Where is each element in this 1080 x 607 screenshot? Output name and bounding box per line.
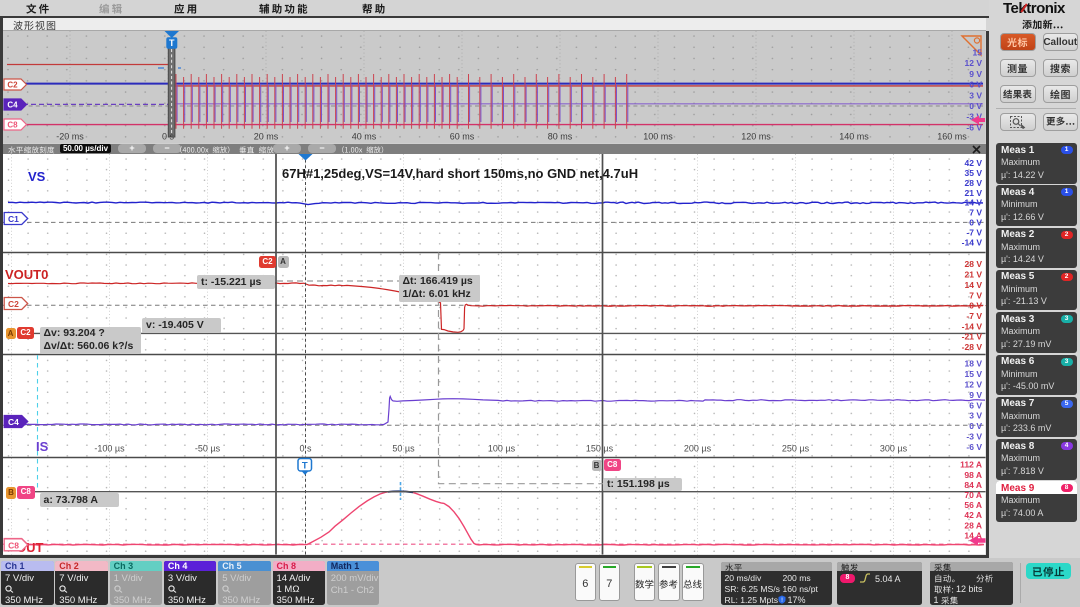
svg-text:150 µs: 150 µs	[586, 444, 614, 454]
svg-text:28 V: 28 V	[965, 259, 983, 269]
svg-text:250 µs: 250 µs	[782, 444, 810, 454]
svg-text:80 ms: 80 ms	[548, 132, 573, 142]
svg-text:-7 V: -7 V	[966, 227, 982, 237]
svg-text:15 V: 15 V	[965, 369, 983, 379]
svg-text:200 µs: 200 µs	[684, 444, 712, 454]
svg-text:12 V: 12 V	[965, 58, 983, 68]
svg-text:C8: C8	[8, 540, 19, 550]
svg-text:3 V: 3 V	[969, 90, 982, 100]
svg-text:12 V: 12 V	[965, 380, 983, 390]
svg-text:-14 V: -14 V	[962, 321, 983, 331]
svg-text:140 ms: 140 ms	[839, 132, 869, 142]
svg-text:28 V: 28 V	[965, 178, 983, 188]
svg-text:C1: C1	[8, 214, 19, 224]
svg-text:!: !	[781, 597, 783, 604]
svg-text:0 V: 0 V	[969, 301, 982, 311]
svg-text:7 V: 7 V	[969, 208, 982, 218]
svg-text:20 ms: 20 ms	[254, 132, 279, 142]
svg-text:160 ms: 160 ms	[937, 132, 967, 142]
svg-text:0 V: 0 V	[969, 421, 982, 431]
svg-text:-28 V: -28 V	[962, 342, 983, 352]
svg-text:0 V: 0 V	[969, 101, 982, 111]
svg-text:3 V: 3 V	[969, 411, 982, 421]
svg-text:6 V: 6 V	[969, 400, 982, 410]
svg-text:60 ms: 60 ms	[450, 132, 475, 142]
svg-text:100 µs: 100 µs	[488, 444, 516, 454]
svg-text:6 V: 6 V	[969, 80, 982, 90]
svg-text:14 V: 14 V	[965, 198, 983, 208]
svg-text:-7 V: -7 V	[966, 311, 982, 321]
svg-text:0 s: 0 s	[162, 132, 175, 142]
svg-text:9 V: 9 V	[969, 69, 982, 79]
svg-text:42 V: 42 V	[965, 158, 983, 168]
svg-text:C2: C2	[7, 81, 18, 90]
svg-text:84 A: 84 A	[964, 480, 982, 490]
svg-text:100 ms: 100 ms	[643, 132, 673, 142]
svg-text:-21 V: -21 V	[962, 332, 983, 342]
svg-text:40 ms: 40 ms	[352, 132, 377, 142]
svg-text:35 V: 35 V	[965, 168, 983, 178]
svg-text:C8: C8	[7, 121, 18, 130]
svg-text:-100 µs: -100 µs	[94, 444, 125, 454]
svg-text:0 s: 0 s	[299, 444, 312, 454]
svg-text:-3 V: -3 V	[966, 432, 982, 442]
svg-text:C4: C4	[8, 417, 19, 427]
svg-text:14 V: 14 V	[965, 280, 983, 290]
svg-text:300 µs: 300 µs	[880, 444, 908, 454]
svg-text:-50 µs: -50 µs	[195, 444, 221, 454]
svg-text:-6 V: -6 V	[966, 442, 982, 452]
svg-text:56 A: 56 A	[964, 500, 982, 510]
svg-text:-14 V: -14 V	[962, 237, 983, 247]
svg-text:42 A: 42 A	[964, 510, 982, 520]
svg-text:112 A: 112 A	[960, 460, 982, 470]
svg-text:15: 15	[973, 48, 983, 58]
svg-text:28 A: 28 A	[964, 520, 982, 530]
svg-text:98 A: 98 A	[964, 470, 982, 480]
svg-text:18 V: 18 V	[965, 359, 983, 369]
svg-text:T: T	[302, 460, 308, 471]
svg-text:21 V: 21 V	[965, 270, 983, 280]
svg-text:0 V: 0 V	[969, 218, 982, 228]
svg-text:T: T	[169, 38, 175, 48]
svg-text:-20 ms: -20 ms	[56, 132, 84, 142]
svg-text:7 V: 7 V	[969, 290, 982, 300]
svg-text:21 V: 21 V	[965, 188, 983, 198]
svg-text:120 ms: 120 ms	[741, 132, 771, 142]
svg-text:9 V: 9 V	[969, 390, 982, 400]
svg-text:50 µs: 50 µs	[392, 444, 415, 454]
svg-text:C2: C2	[8, 299, 19, 309]
svg-text:C4: C4	[7, 101, 18, 110]
svg-text:-6 V: -6 V	[966, 122, 982, 132]
svg-text:70 A: 70 A	[964, 490, 982, 500]
